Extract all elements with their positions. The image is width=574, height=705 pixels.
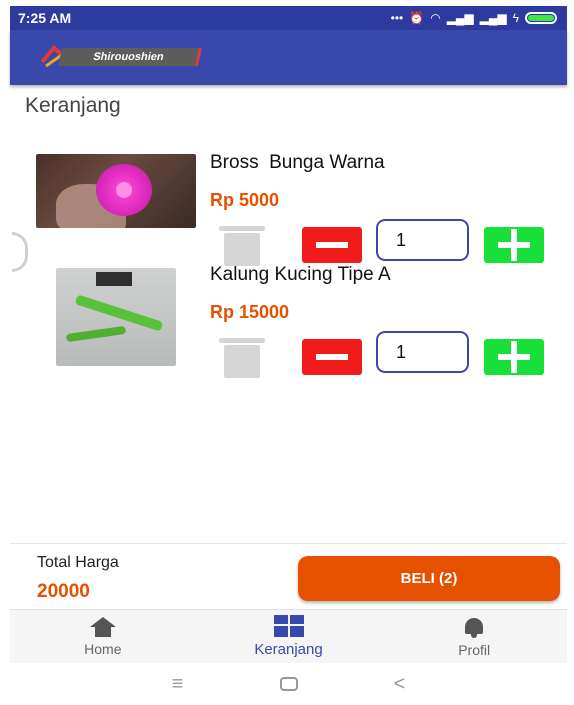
app-bar: Shirouoshien: [10, 30, 567, 85]
signal-icon: ▂▄▆: [479, 11, 507, 25]
page-title: Keranjang: [25, 94, 121, 117]
quantity-field[interactable]: 1: [376, 331, 469, 373]
back-icon[interactable]: <: [388, 673, 412, 696]
nav-label: Keranjang: [254, 641, 323, 658]
product-price: Rp 15000: [210, 302, 290, 322]
delete-trash-icon[interactable]: [219, 226, 265, 266]
cart-item: Bross Bunga Warna Rp 5000 1: [0, 150, 574, 266]
increase-quantity-button[interactable]: [484, 227, 544, 263]
dashboard-icon: [273, 615, 304, 637]
product-name: Bross Bunga Warna: [210, 152, 385, 173]
nav-label: Profil: [458, 641, 491, 658]
bell-icon: [462, 616, 486, 638]
quantity-field[interactable]: 1: [376, 219, 469, 261]
status-bar: 7:25 AM ••• ⏰ ◠ ▂▄▆ ▂▄▆ ϟ: [10, 6, 567, 30]
system-navigation-bar: ≡ <: [10, 663, 567, 705]
home-button-icon[interactable]: [279, 677, 298, 691]
more-dots-icon: •••: [390, 11, 404, 25]
app-logo[interactable]: Shirouoshien: [40, 44, 210, 70]
home-icon: [89, 616, 116, 637]
status-time: 7:25 AM: [18, 10, 72, 26]
wifi-icon: ◠: [430, 11, 441, 25]
cart-item: Kalung Kucing Tipe A Rp 15000 1: [0, 262, 574, 378]
nav-item-profil[interactable]: Profil: [381, 610, 567, 663]
battery-icon: [525, 12, 557, 24]
product-image[interactable]: [36, 154, 196, 228]
product-image[interactable]: [56, 268, 176, 366]
decrease-quantity-button[interactable]: [302, 339, 362, 375]
charging-icon: ϟ: [512, 11, 519, 25]
product-price: Rp 5000: [210, 190, 280, 210]
signal-icon: ▂▄▆: [446, 11, 474, 25]
alarm-icon: ⏰: [409, 11, 425, 25]
logo-text: Shirouoshien: [58, 48, 202, 66]
nav-item-keranjang[interactable]: Keranjang: [196, 610, 382, 663]
status-icons: ••• ⏰ ◠ ▂▄▆ ▂▄▆ ϟ: [391, 11, 557, 25]
decrease-quantity-button[interactable]: [302, 227, 362, 263]
checkout-panel: Total Harga 20000 BELI (2): [10, 543, 567, 609]
buy-button[interactable]: BELI (2): [298, 556, 560, 601]
total-label: Total Harga: [37, 554, 119, 571]
increase-quantity-button[interactable]: [484, 339, 544, 375]
menu-icon[interactable]: ≡: [166, 673, 190, 696]
delete-trash-icon[interactable]: [219, 338, 265, 378]
product-name: Kalung Kucing Tipe A: [210, 264, 391, 285]
nav-item-home[interactable]: Home: [10, 610, 196, 663]
nav-label: Home: [84, 640, 122, 657]
total-value: 20000: [37, 581, 90, 602]
bottom-navigation: Home Keranjang Profil: [10, 609, 567, 663]
